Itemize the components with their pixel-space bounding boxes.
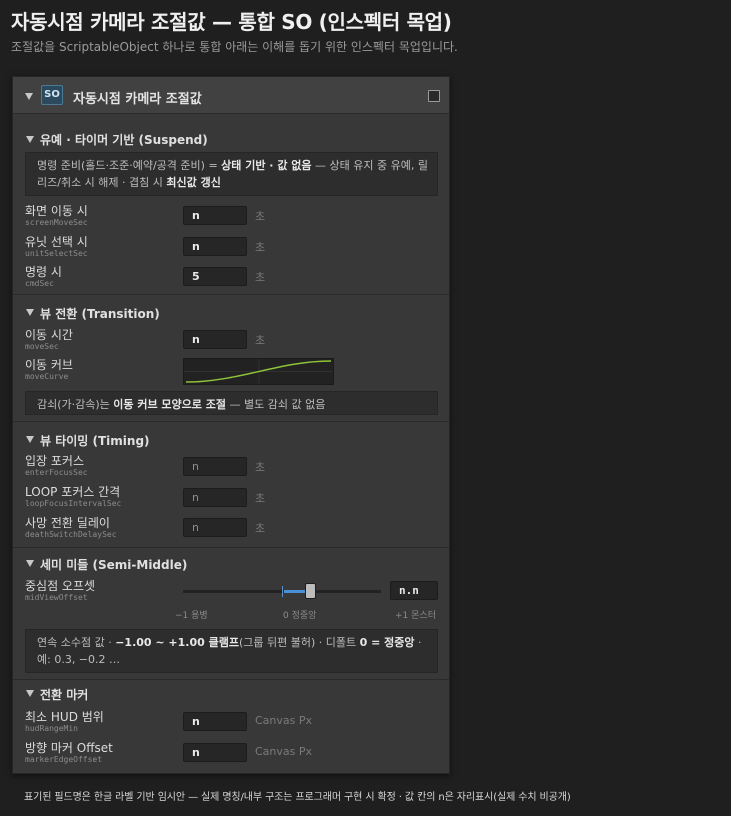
label-death-switch-delay: 사망 전환 딜레이: [25, 516, 110, 530]
label-move-time: 이동 시간: [25, 328, 73, 342]
page-subtitle: 조절값을 ScriptableObject 하나로 통합 아래는 이해를 돕기 …: [11, 40, 458, 54]
footnote: 표기된 필드명은 한글 라벨 기반 임시안 — 실제 명칭/내부 구조는 프로그…: [24, 792, 571, 803]
field-name-unit-select: unitSelectSec: [25, 249, 88, 258]
unit-label: 초: [255, 492, 266, 505]
field-name-loop-focus-interval: loopFocusIntervalSec: [25, 499, 122, 508]
section-divider: [13, 547, 449, 548]
slider-min-label: −1 용병: [175, 611, 208, 621]
mid-view-offset-slider-thumb[interactable]: [305, 583, 316, 599]
label-enter-focus: 입장 포커스: [25, 454, 85, 468]
field-name-marker-edge-offset: markerEdgeOffset: [25, 755, 103, 764]
unit-label: 초: [255, 522, 266, 535]
section-title-marker[interactable]: 전환 마커: [40, 686, 88, 703]
info-box-transition: 감쇠(가·감속)는 이동 커브 모양으로 조절 — 별도 감쇠 값 없음: [25, 391, 438, 415]
field-name-mid-view-offset: midViewOffset: [25, 593, 88, 602]
field-name-screen-move: screenMoveSec: [25, 218, 88, 227]
field-name-hud-range-min: hudRangeMin: [25, 724, 78, 733]
cmd-sec-field[interactable]: 5: [183, 267, 247, 286]
info-box-suspend: 명령 준비(홀드·조준·예약/공격 준비) = 상태 기반 · 값 없음 — 상…: [25, 152, 438, 196]
section-divider: [13, 679, 449, 680]
triangle-down-icon[interactable]: [26, 136, 34, 143]
section-title-transition[interactable]: 뷰 전환 (Transition): [40, 305, 160, 322]
unit-label: Canvas Px: [255, 714, 313, 727]
field-name-move-curve: moveCurve: [25, 372, 69, 381]
section-divider: [13, 294, 449, 295]
triangle-down-icon[interactable]: [26, 309, 34, 316]
label-screen-move: 화면 이동 시: [25, 204, 88, 218]
section-title-suspend[interactable]: 유예 · 타이머 기반 (Suspend): [40, 131, 208, 148]
label-unit-select: 유닛 선택 시: [25, 235, 88, 249]
inspector-header[interactable]: SO 자동시점 카메라 조절값: [13, 77, 449, 114]
checkbox-icon[interactable]: [428, 90, 440, 102]
triangle-down-icon[interactable]: [26, 690, 34, 697]
enter-focus-sec-field[interactable]: n: [183, 457, 247, 476]
section-divider: [13, 421, 449, 422]
marker-edge-offset-field[interactable]: n: [183, 743, 247, 762]
section-title-timing[interactable]: 뷰 타이밍 (Timing): [40, 432, 150, 449]
inspector-title: 자동시점 카메라 조절값: [73, 92, 202, 107]
death-switch-delay-sec-field[interactable]: n: [183, 518, 247, 537]
label-loop-focus-interval: LOOP 포커스 간격: [25, 485, 121, 499]
loop-focus-interval-sec-field[interactable]: n: [183, 488, 247, 507]
so-badge-icon: SO: [41, 85, 63, 105]
inspector-panel: SO 자동시점 카메라 조절값 유예 · 타이머 기반 (Suspend) 명령…: [12, 76, 450, 774]
field-name-enter-focus: enterFocusSec: [25, 468, 88, 477]
triangle-down-icon[interactable]: [26, 560, 34, 567]
move-curve-field[interactable]: [183, 358, 334, 385]
mid-view-offset-field[interactable]: n.n: [390, 581, 438, 600]
unit-label: 초: [255, 461, 266, 474]
field-name-cmd: cmdSec: [25, 279, 54, 288]
slider-max-label: +1 몬스터: [395, 611, 436, 621]
label-hud-range-min: 최소 HUD 범위: [25, 710, 104, 724]
field-name-move-sec: moveSec: [25, 342, 59, 351]
triangle-down-icon[interactable]: [26, 436, 34, 443]
section-title-semi-middle[interactable]: 세미 미들 (Semi-Middle): [40, 556, 187, 573]
info-box-semi-middle: 연속 소수점 값 · −1.00 ~ +1.00 클램프(그룹 뒤편 불허) ·…: [25, 629, 438, 673]
label-move-curve: 이동 커브: [25, 358, 73, 372]
unit-label: 초: [255, 210, 266, 223]
label-marker-edge-offset: 방향 마커 Offset: [25, 741, 113, 755]
screen-move-sec-field[interactable]: n: [183, 206, 247, 225]
unit-label: 초: [255, 241, 266, 254]
unit-label: 초: [255, 271, 266, 284]
curve-graph: [184, 359, 333, 384]
slider-mid-label: 0 정중앙: [283, 611, 317, 621]
slider-center-tick: [282, 586, 283, 597]
unit-label: Canvas Px: [255, 745, 313, 758]
label-mid-view-offset: 중심점 오프셋: [25, 579, 96, 593]
triangle-down-icon[interactable]: [25, 93, 33, 100]
unit-select-sec-field[interactable]: n: [183, 237, 247, 256]
move-sec-field[interactable]: n: [183, 330, 247, 349]
field-name-death-switch-delay: deathSwitchDelaySec: [25, 530, 117, 539]
hud-range-min-field[interactable]: n: [183, 712, 247, 731]
unit-label: 초: [255, 334, 266, 347]
page-title: 자동시점 카메라 조절값 — 통합 SO (인스펙터 목업): [11, 10, 452, 34]
label-cmd: 명령 시: [25, 265, 62, 279]
